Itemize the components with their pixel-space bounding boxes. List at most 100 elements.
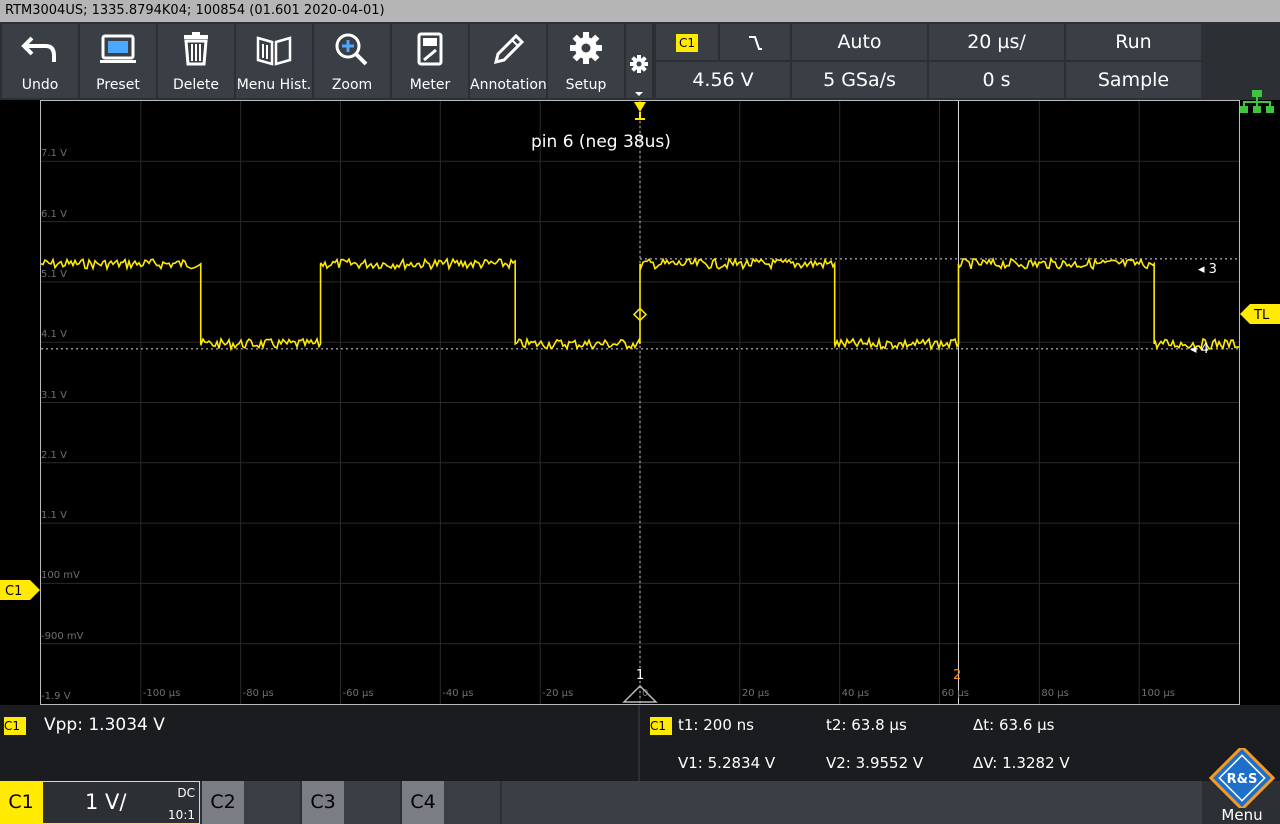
gear-icon [630, 55, 648, 96]
volt-scale-label: 1.1 V [41, 510, 67, 522]
trigger-mode-cell[interactable]: Auto [792, 24, 927, 60]
meter-label: Meter [409, 77, 451, 93]
channel-c3-settings[interactable] [344, 781, 400, 824]
trigger-level-marker[interactable]: TL [1240, 304, 1280, 324]
menu-history-label: Menu Hist. [236, 77, 312, 93]
channel-bar: C1 1 V/ DC 10:1 C2 C3 C4 [0, 781, 1280, 824]
preset-button[interactable]: Preset [80, 24, 156, 98]
channel-c2-tab[interactable]: C2 [202, 781, 244, 824]
trigger-mode: Auto [837, 31, 882, 53]
channel-c4-tab[interactable]: C4 [402, 781, 444, 824]
time-scale-label: -60 µs [342, 688, 374, 699]
run-state-cell[interactable]: Run [1066, 24, 1201, 60]
trigger-level-marker-label: TL [1253, 308, 1270, 323]
network-icon [1240, 90, 1274, 113]
trigger-position-marker[interactable] [632, 100, 648, 122]
volt-scale-label: 3.1 V [41, 389, 67, 401]
delete-icon [184, 32, 208, 66]
meter-icon [417, 32, 443, 66]
channel-c1-scale: 1 V/ [85, 790, 127, 814]
menu-label: Menu [1221, 806, 1263, 824]
cursor-4-number: 4 [1200, 342, 1209, 357]
v2-readout: V2: 3.9552 V [826, 754, 924, 772]
setup-button[interactable]: Setup [548, 24, 624, 98]
trigger-level-cell[interactable]: 4.56 V [656, 62, 790, 98]
window-title: RTM3004US; 1335.8794K04; 100854 (01.601 … [5, 3, 385, 18]
volt-scale-label: 7.1 V [41, 148, 67, 160]
cursor-1-label[interactable]: 1 [636, 668, 644, 683]
time-scale-label: 40 µs [841, 688, 870, 699]
channel-c3-name: C3 [310, 791, 336, 813]
quick-settings-button[interactable] [626, 24, 652, 98]
channel-c1-tab[interactable]: C1 [0, 781, 42, 824]
time-reference-marker[interactable] [622, 684, 658, 704]
volt-scale-label: 5.1 V [41, 268, 67, 280]
waveform-display[interactable] [40, 100, 1240, 705]
time-scale-label: 60 µs [941, 688, 969, 699]
vpp-measurement[interactable]: Vpp: 1.3034 V [44, 715, 165, 735]
channel-c4-settings[interactable] [444, 781, 500, 824]
delta-v-readout: ΔV: 1.3282 V [973, 754, 1070, 772]
time-scale-label: -40 µs [442, 688, 474, 699]
volt-scale-label: 6.1 V [41, 208, 67, 220]
volt-scale-label: 4.1 V [41, 329, 67, 341]
cursor-3-number: 3 [1208, 262, 1217, 277]
timebase: 20 µs/ [967, 31, 1026, 53]
cursor-4-label[interactable]: ◂ 4 [1190, 342, 1209, 357]
channel-c2-settings[interactable] [244, 781, 300, 824]
trigger-source-badge: C1 [676, 33, 698, 52]
measurement-panel: C1 Vpp: 1.3034 V C1 t1: 200 ns t2: 63.8 … [0, 705, 1280, 781]
volt-scale-label: 2.1 V [41, 449, 67, 461]
trigger-source-cell[interactable]: C1 [656, 24, 718, 60]
channel-offset-marker[interactable]: C1 [0, 580, 40, 600]
time-scale-label: -100 µs [142, 688, 181, 699]
toolbar: Undo Preset Delete Menu Hist. Zoom Meter… [0, 22, 1280, 113]
zoom-button[interactable]: Zoom [314, 24, 390, 98]
cursor-3-label[interactable]: ◂ 3 [1198, 262, 1217, 277]
sample-rate: 5 GSa/s [823, 69, 896, 91]
preset-label: Preset [96, 77, 140, 93]
preset-icon [100, 34, 136, 63]
channel-c3-tab[interactable]: C3 [302, 781, 344, 824]
menu-history-button[interactable]: Menu Hist. [236, 24, 312, 98]
sample-rate-cell[interactable]: 5 GSa/s [792, 62, 927, 98]
volt-scale-label: 100 mV [41, 570, 80, 582]
zoom-label: Zoom [331, 77, 373, 93]
measurement-divider [638, 705, 640, 781]
acquisition-cell[interactable]: Sample [1066, 62, 1201, 98]
annotation-icon [493, 33, 525, 65]
waveform-trace [41, 101, 1239, 704]
t2-readout: t2: 63.8 µs [826, 716, 907, 734]
undo-label: Undo [21, 77, 59, 93]
volt-scale-label: -1.9 V [41, 691, 71, 702]
channel-bar-empty [502, 781, 1202, 824]
cursor-1-number: 1 [636, 668, 645, 683]
setup-label: Setup [565, 77, 607, 93]
annotation-label: Annotation [470, 77, 547, 93]
acquisition-mode: Sample [1097, 69, 1170, 91]
menu-button[interactable]: R&S Menu [1204, 744, 1280, 824]
cursor-2-label[interactable]: 2 [953, 668, 961, 683]
timebase-cell[interactable]: 20 µs/ [929, 24, 1064, 60]
channel-c1-settings[interactable]: 1 V/ DC 10:1 [42, 781, 200, 824]
undo-icon [21, 36, 56, 62]
annotation-button[interactable]: Annotation [470, 24, 547, 98]
delete-button[interactable]: Delete [158, 24, 234, 98]
time-scale-label: 100 µs [1141, 688, 1175, 699]
delete-label: Delete [173, 77, 219, 93]
time-scale-label: -80 µs [242, 688, 274, 699]
undo-button[interactable]: Undo [2, 24, 78, 98]
trace-annotation[interactable]: pin 6 (neg 38us) [531, 132, 671, 152]
time-offset: 0 s [982, 69, 1011, 91]
meter-button[interactable]: Meter [392, 24, 468, 98]
time-scale-label: 80 µs [1041, 688, 1069, 699]
channel-1-trace [41, 256, 1239, 352]
rs-logo-icon: R&S [1208, 744, 1276, 812]
channel-c1-name: C1 [8, 791, 34, 813]
cursor-channel-badge: C1 [650, 716, 672, 735]
t1-readout: t1: 200 ns [678, 716, 754, 734]
trigger-slope-cell[interactable] [720, 24, 790, 60]
v1-readout: V1: 5.2834 V [678, 754, 776, 772]
delta-t-readout: Δt: 63.6 µs [973, 716, 1055, 734]
time-offset-cell[interactable]: 0 s [929, 62, 1064, 98]
